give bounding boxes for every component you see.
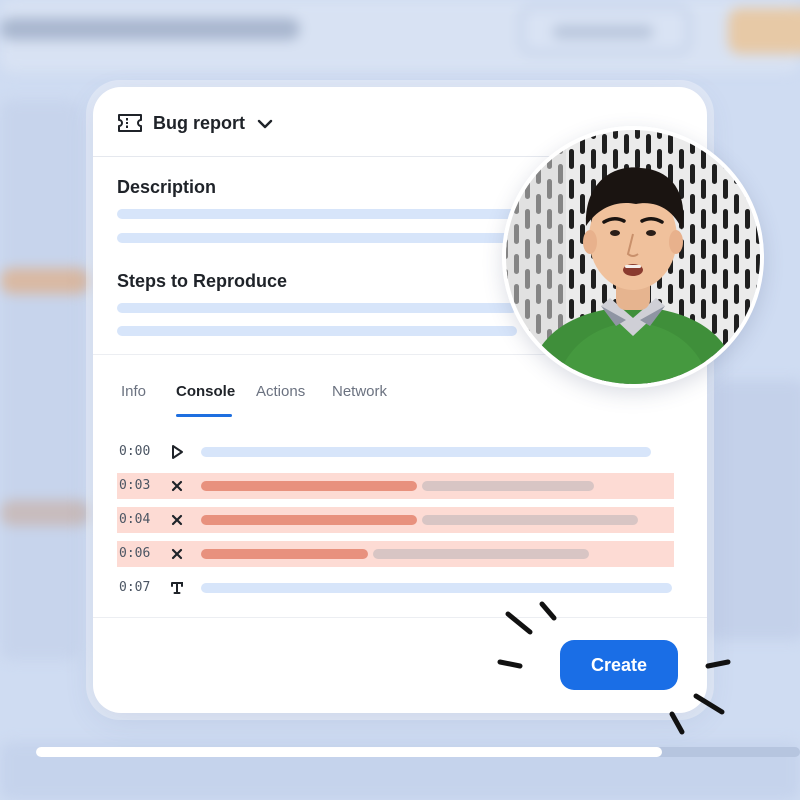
log-line	[373, 549, 589, 559]
log-line	[201, 447, 651, 457]
x-icon	[171, 514, 183, 526]
log-timestamp: 0:04	[119, 512, 151, 527]
log-error-line	[201, 549, 368, 559]
log-timestamp: 0:00	[119, 444, 151, 459]
log-error-line	[201, 481, 417, 491]
console-row-error[interactable]: 0:06	[117, 541, 674, 567]
steps-line[interactable]	[117, 303, 517, 313]
x-icon	[171, 480, 183, 492]
text-icon	[171, 582, 183, 594]
report-type-title[interactable]: Bug report	[153, 113, 245, 134]
log-line	[422, 481, 594, 491]
console-row-error[interactable]: 0:03	[117, 473, 674, 499]
background-chip	[0, 500, 90, 526]
video-progress-fill	[36, 747, 663, 757]
tab-info[interactable]: Info	[121, 383, 146, 400]
x-icon	[171, 548, 183, 560]
presenter-webcam-avatar	[502, 126, 764, 388]
log-line	[422, 515, 638, 525]
log-error-line	[201, 515, 417, 525]
log-timestamp: 0:06	[119, 546, 151, 561]
console-row-error[interactable]: 0:04	[117, 507, 674, 533]
background-chip	[0, 268, 90, 294]
log-line	[201, 583, 672, 593]
emphasis-sparkle-marks	[497, 601, 731, 735]
ticket-icon	[118, 114, 142, 132]
tab-network[interactable]: Network	[332, 383, 387, 400]
steps-line[interactable]	[117, 326, 517, 336]
tab-actions[interactable]: Actions	[256, 383, 305, 400]
video-progress-bar[interactable]	[36, 747, 800, 757]
console-row[interactable]: 0:00	[117, 439, 674, 465]
active-tab-indicator	[176, 414, 232, 417]
background-left-panel	[0, 100, 80, 660]
background-outline-button	[520, 6, 690, 54]
presenter-photo	[506, 130, 760, 384]
background-primary-button	[728, 8, 800, 54]
background-title-placeholder	[0, 18, 300, 40]
description-line[interactable]	[117, 209, 517, 219]
log-timestamp: 0:03	[119, 478, 151, 493]
chevron-down-icon[interactable]	[256, 115, 274, 133]
steps-heading: Steps to Reproduce	[117, 271, 288, 291]
log-timestamp: 0:07	[119, 580, 151, 595]
play-icon	[172, 445, 183, 459]
tab-console[interactable]: Console	[176, 383, 235, 400]
description-heading: Description	[117, 177, 217, 197]
description-line[interactable]	[117, 233, 517, 243]
